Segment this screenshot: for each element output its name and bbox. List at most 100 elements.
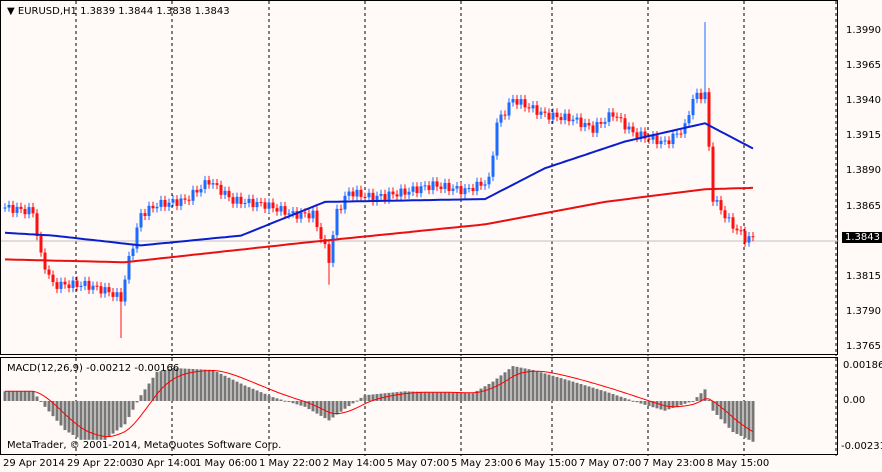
candle-body xyxy=(11,204,15,213)
candle-body xyxy=(99,286,103,294)
macd-bar xyxy=(19,391,23,401)
macd-bar xyxy=(691,401,695,402)
candle-body xyxy=(575,117,579,120)
macd-bar xyxy=(479,388,483,401)
candle-body xyxy=(3,207,7,209)
triangle-down-icon[interactable]: ▼ xyxy=(7,6,15,17)
macd-bar xyxy=(647,401,651,407)
macd-bar xyxy=(747,401,751,440)
candle-body xyxy=(519,99,523,105)
macd-bar xyxy=(335,401,339,415)
macd-bar xyxy=(435,392,439,401)
candle-body xyxy=(563,113,567,121)
macd-bar xyxy=(99,401,103,440)
macd-bar xyxy=(223,375,227,401)
candle-body xyxy=(507,102,511,116)
price-tick-label: 1.3965 xyxy=(846,60,881,72)
macd-bar xyxy=(391,392,395,401)
macd-bar xyxy=(515,366,519,401)
macd-bar xyxy=(611,394,615,401)
macd-bar xyxy=(735,401,739,434)
candle-body xyxy=(415,186,419,194)
macd-bar xyxy=(251,388,255,401)
candle-body xyxy=(299,212,303,219)
candle-body xyxy=(83,280,87,286)
macd-bar xyxy=(215,371,219,401)
candle-body xyxy=(551,112,555,120)
candle-body xyxy=(503,114,507,116)
price-chart[interactable]: ▼ EURUSD,H1 1.3839 1.3844 1.3838 1.3843 xyxy=(0,0,839,356)
macd-scale-zero: 0.00 xyxy=(843,395,866,406)
candle-body xyxy=(155,206,159,209)
candle-body xyxy=(251,198,255,208)
macd-bar xyxy=(179,368,183,401)
candle-body xyxy=(547,112,551,120)
macd-bar xyxy=(139,395,143,401)
time-tick-label: 1 May 22:00 xyxy=(259,458,322,469)
macd-bar xyxy=(287,401,291,402)
macd-bar xyxy=(679,401,683,406)
macd-bar xyxy=(571,381,575,401)
candle-body xyxy=(335,208,339,236)
macd-bar xyxy=(355,400,359,402)
price-tick-label: 1.3790 xyxy=(846,305,881,317)
candle-body xyxy=(711,146,715,202)
macd-bar xyxy=(127,401,131,418)
macd-bar xyxy=(143,389,147,401)
candle-body xyxy=(231,197,235,204)
macd-bar xyxy=(539,372,543,401)
candle-body xyxy=(539,111,543,115)
macd-bar xyxy=(567,380,571,401)
candle-body xyxy=(87,280,91,290)
macd-bar xyxy=(559,378,563,401)
candle-body xyxy=(311,210,315,219)
candle-body xyxy=(75,280,79,287)
candle-body xyxy=(407,191,411,195)
macd-bar xyxy=(147,383,151,401)
candle-body xyxy=(179,198,183,206)
candle-body xyxy=(203,180,207,190)
candle-body xyxy=(363,196,367,198)
candle-body xyxy=(635,132,639,138)
macd-bar xyxy=(3,391,7,401)
macd-panel[interactable]: MACD(12,26,9) -0.00212 -0.00166 MetaTrad… xyxy=(0,357,838,456)
candle-body xyxy=(435,181,439,187)
macd-bar xyxy=(575,382,579,401)
macd-bar xyxy=(643,401,647,405)
macd-bar xyxy=(59,401,63,426)
candle-body xyxy=(699,92,703,100)
candle-body xyxy=(383,193,387,200)
macd-bar xyxy=(47,401,51,412)
candle-body xyxy=(291,211,295,214)
candle-body xyxy=(255,202,259,208)
time-tick-label: 5 May 07:00 xyxy=(387,458,450,469)
candle-body xyxy=(351,191,355,197)
macd-bar xyxy=(291,401,295,404)
macd-bar xyxy=(399,391,403,401)
candle-body xyxy=(239,196,243,204)
candle-body xyxy=(159,199,163,207)
candle-body xyxy=(267,202,271,209)
macd-bar xyxy=(471,393,475,401)
macd-bar xyxy=(491,381,495,401)
candle-body xyxy=(663,140,667,142)
candle-body xyxy=(395,194,399,197)
macd-bar xyxy=(563,379,567,401)
candle-body xyxy=(655,135,659,145)
candle-body xyxy=(187,199,191,201)
candle-body xyxy=(67,284,71,289)
candle-body xyxy=(715,200,719,202)
macd-bar xyxy=(591,387,595,401)
macd-bar xyxy=(739,401,743,436)
candle-body xyxy=(195,189,199,193)
macd-bar xyxy=(107,401,111,437)
macd-label: MACD(12,26,9) -0.00212 -0.00166 xyxy=(7,363,180,374)
macd-bar xyxy=(343,401,347,409)
macd-bar xyxy=(503,372,507,401)
macd-bar xyxy=(295,401,299,405)
macd-bar xyxy=(619,396,623,401)
macd-bar xyxy=(363,395,367,401)
macd-bar xyxy=(159,370,163,401)
copyright: MetaTrader, © 2001-2014, MetaQuotes Soft… xyxy=(7,440,282,451)
macd-bar xyxy=(55,401,59,421)
